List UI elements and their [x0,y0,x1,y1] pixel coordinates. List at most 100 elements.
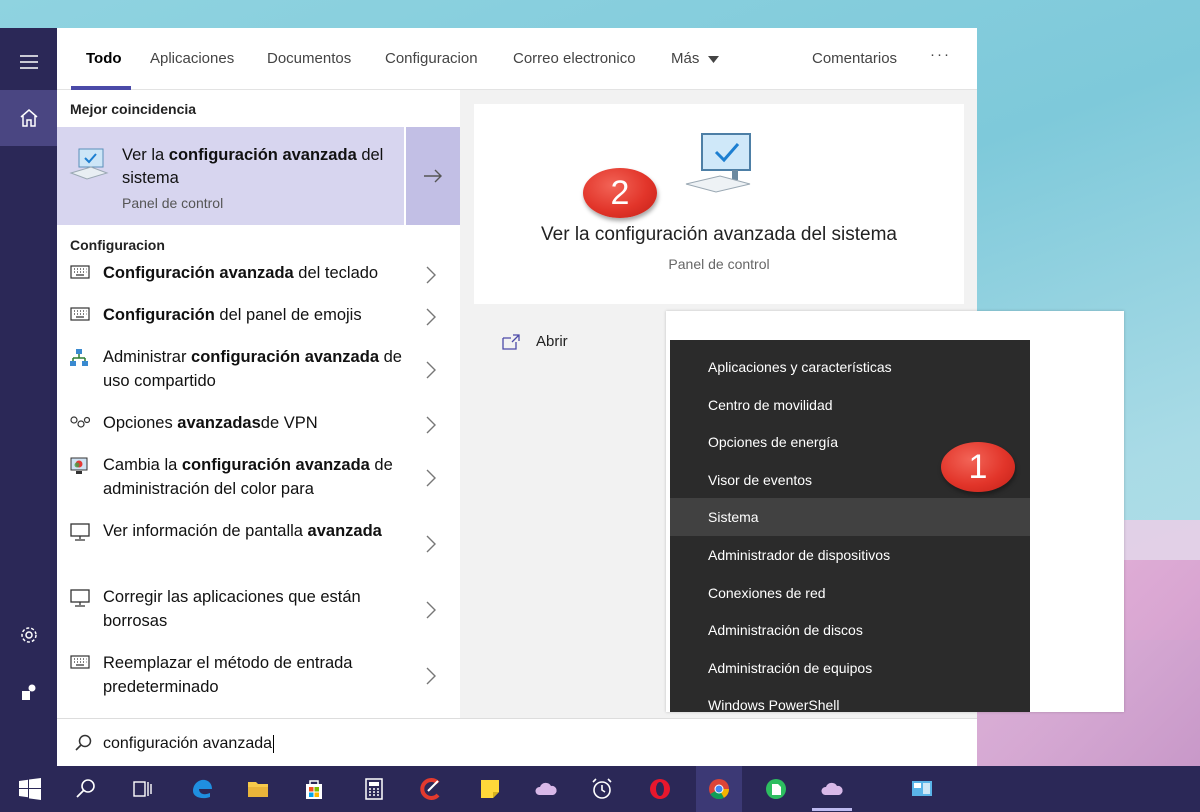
search-icon[interactable] [74,777,98,801]
settings-result-label: Opciones avanzadasde VPN [103,414,318,432]
color-management-icon [70,457,90,475]
keyboard-icon [70,265,90,283]
chevron-right-icon [425,534,437,554]
best-match-subtitle: Panel de control [122,195,224,211]
chevron-right-icon [425,666,437,686]
chrome-icon [709,779,730,800]
onedrive-icon[interactable] [534,777,558,801]
tab-mas[interactable]: Más [671,50,719,67]
sticky-notes-icon[interactable] [478,777,502,801]
settings-result-label: Cambia la configuración avanzada de admi… [103,456,393,498]
search-box[interactable]: configuración avanzada [57,718,977,766]
opera-icon[interactable] [648,777,672,801]
tab-correo[interactable]: Correo electronico [513,50,636,67]
windows-start-icon[interactable] [18,777,42,801]
settings-result-2[interactable]: Configuración del panel de emojis [57,294,460,336]
open-action[interactable]: Abrir [474,318,674,358]
preview-title: Ver la configuración avanzada del sistem… [541,224,897,245]
settings-result-label: Administrar configuración avanzada de us… [103,348,402,390]
vpn-icon [70,415,91,433]
chevron-right-icon [425,468,437,488]
home-icon [20,109,37,127]
tab-configuracion[interactable]: Configuracion [385,50,478,67]
settings-result-8[interactable]: Reemplazar el método de entrada predeter… [57,642,460,708]
settings-result-label: Ver información de pantalla avanzada [103,522,382,540]
ccleaner-icon[interactable] [418,777,442,801]
settings-result-7[interactable]: Corregir las aplicaciones que están borr… [57,576,460,642]
search-input[interactable]: configuración avanzada [103,735,275,753]
results-list: Mejor coincidencia Ver la configuración … [57,90,460,718]
calculator-icon[interactable] [362,777,386,801]
chevron-right-icon [425,307,437,327]
search-side-rail [0,28,57,766]
feedback-button[interactable] [0,664,57,720]
search-tabs: Todo Aplicaciones Documentos Configuraci… [57,28,977,90]
tab-aplicaciones[interactable]: Aplicaciones [150,50,234,67]
chevron-right-icon [425,360,437,380]
settings-result-label: Configuración del panel de emojis [103,306,362,324]
edge-icon[interactable] [190,777,214,801]
onedrive-icon[interactable] [820,777,844,801]
task-view-icon[interactable] [130,777,154,801]
best-match-title: Ver la configuración avanzada del sistem… [122,146,384,187]
preview-subtitle: Panel de control [668,256,770,272]
monitor-icon [70,589,90,607]
feedback-link[interactable]: Comentarios [812,50,897,67]
step-badge-1: 1 [941,442,1015,492]
feedback-icon [21,684,35,700]
winx-item-2[interactable]: Centro de movilidad [670,386,1030,424]
search-icon [75,734,92,751]
settings-result-6[interactable]: Ver información de pantalla avanzada [57,510,460,576]
monitor-icon [70,523,90,541]
taskbar [0,766,1200,812]
caret-down-icon [707,55,719,63]
hamburger-menu-button[interactable] [0,34,57,90]
chevron-right-icon [425,415,437,435]
gear-icon [20,627,37,643]
settings-result-4[interactable]: Opciones avanzadasde VPN [57,402,460,444]
settings-section-label: Configuracion [70,237,165,253]
home-button[interactable] [0,90,57,146]
computer-icon [69,148,109,180]
open-preview-button[interactable] [404,127,460,225]
arrow-right-icon [424,169,442,183]
tab-documentos[interactable]: Documentos [267,50,351,67]
winx-item-7[interactable]: Conexiones de red [670,574,1030,612]
settings-result-1[interactable]: Configuración avanzada del teclado [57,252,460,294]
result-preview: Ver la configuración avanzada del sistem… [474,104,964,304]
settings-result-3[interactable]: Administrar configuración avanzada de us… [57,336,460,402]
winx-item-6[interactable]: Administrador de dispositivos [670,536,1030,574]
winx-item-1[interactable]: Aplicaciones y características [670,348,1030,386]
winx-item-5[interactable]: Sistema [670,498,1030,537]
chevron-right-icon [425,600,437,620]
hamburger-icon [19,55,38,69]
winx-item-9[interactable]: Administración de equipos [670,649,1030,687]
chevron-right-icon [425,265,437,285]
file-explorer-icon[interactable] [246,777,270,801]
open-icon [502,334,520,350]
winx-menu: Aplicaciones y características Centro de … [670,340,1030,712]
network-share-icon [70,349,90,367]
taskbar-active-app[interactable] [696,766,742,812]
tab-mas-label: Más [671,50,700,67]
tab-todo[interactable]: Todo [86,50,122,67]
evernote-icon[interactable] [764,777,788,801]
computer-icon [685,133,751,193]
best-match-result[interactable]: Ver la configuración avanzada del sistem… [57,127,460,225]
running-app-indicator [812,808,852,811]
settings-result-5[interactable]: Cambia la configuración avanzada de admi… [57,444,460,510]
step-badge-2: 2 [583,168,657,218]
winx-item-10[interactable]: Windows PowerShell [670,686,1030,712]
control-panel-icon[interactable] [910,777,934,801]
open-label: Abrir [536,333,568,350]
more-options-button[interactable]: ··· [930,46,951,63]
settings-result-label: Configuración avanzada del teclado [103,264,379,282]
keyboard-icon [70,655,90,673]
store-icon[interactable] [302,777,326,801]
keyboard-icon [70,307,90,325]
settings-result-label: Reemplazar el método de entrada predeter… [103,654,353,696]
winx-item-8[interactable]: Administración de discos [670,611,1030,649]
settings-button[interactable] [0,607,57,663]
alarm-clock-icon[interactable] [590,777,614,801]
best-match-label: Mejor coincidencia [70,101,197,117]
